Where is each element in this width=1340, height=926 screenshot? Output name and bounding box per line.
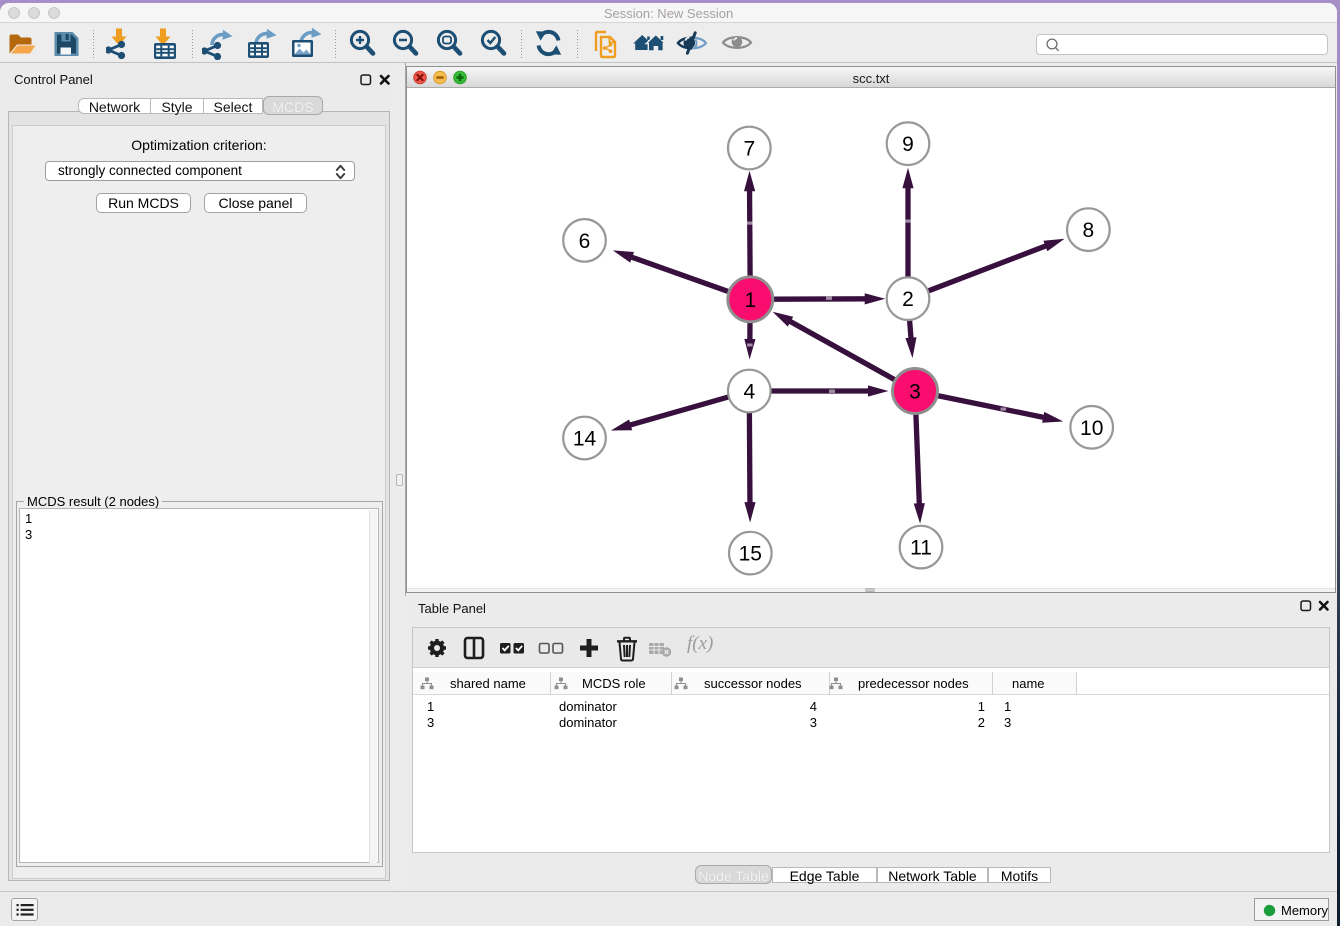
svg-text:9: 9 bbox=[902, 133, 914, 156]
svg-text:2: 2 bbox=[902, 288, 914, 311]
svg-text:4: 4 bbox=[743, 381, 755, 404]
svg-text:8: 8 bbox=[1083, 219, 1095, 242]
svg-text:15: 15 bbox=[739, 543, 762, 566]
svg-text:11: 11 bbox=[910, 537, 932, 560]
svg-text:14: 14 bbox=[573, 428, 597, 451]
svg-text:1: 1 bbox=[744, 289, 756, 312]
svg-text:3: 3 bbox=[909, 381, 921, 404]
svg-text:6: 6 bbox=[579, 230, 591, 253]
svg-text:7: 7 bbox=[743, 138, 755, 161]
svg-text:10: 10 bbox=[1080, 417, 1103, 440]
